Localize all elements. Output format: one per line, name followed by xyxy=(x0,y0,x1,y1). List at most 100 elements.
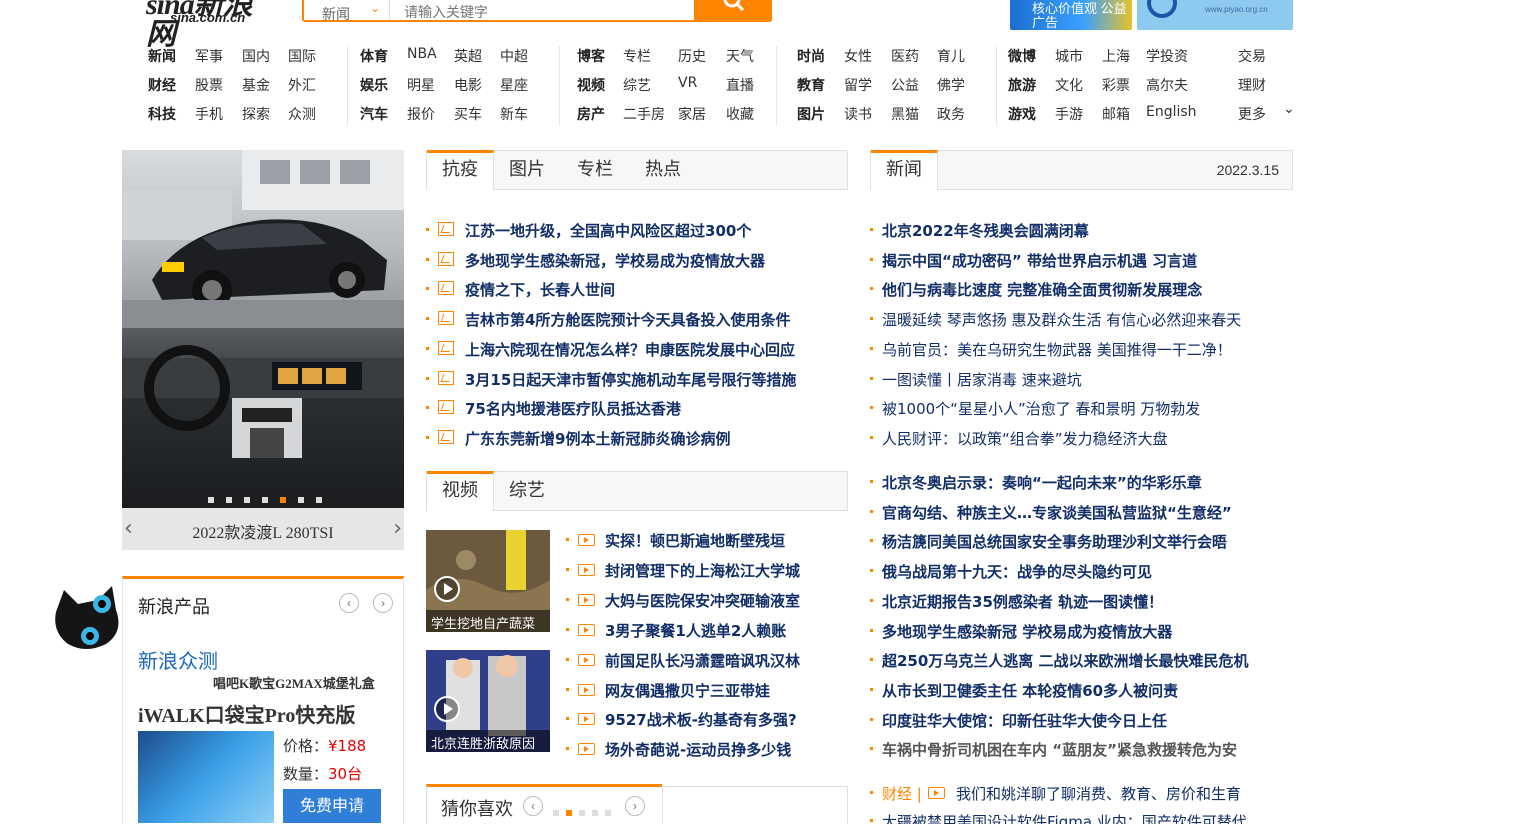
play-icon[interactable] xyxy=(434,696,460,722)
slider-dot[interactable] xyxy=(244,497,250,503)
nav-link[interactable]: 科技 xyxy=(148,104,176,124)
car-slider[interactable]: ‹ 2022款凌渡L 280TSI › xyxy=(122,150,404,550)
news-link[interactable]: 实探！顿巴斯遍地断壁残垣 xyxy=(605,530,785,551)
next-circle-icon[interactable]: › xyxy=(625,796,645,816)
ad-banner-piyao[interactable]: www.piyao.org.cn xyxy=(1137,0,1293,30)
news-link[interactable]: 北京2022年冬残奥会圆满闭幕 xyxy=(882,220,1089,241)
nav-link[interactable]: 历史 xyxy=(678,46,706,66)
prev-circle-icon[interactable]: ‹ xyxy=(523,796,543,816)
news-link[interactable]: 乌前官员：美在乌研究生物武器 美国推得一干二净！ xyxy=(882,339,1232,360)
news-link[interactable]: 被1000个“星星小人”治愈了 春和景明 万物勃发 xyxy=(882,398,1200,419)
news-link[interactable]: 温暖延续 琴声悠扬 惠及群众生活 有信心必然迎来春天 xyxy=(882,309,1241,330)
slider-dot[interactable] xyxy=(280,497,286,503)
nav-link[interactable]: 黑猫 xyxy=(891,104,919,124)
apply-button[interactable]: 免费申请 xyxy=(283,789,381,823)
nav-link[interactable]: 上海 xyxy=(1102,46,1130,66)
video-thumb-2[interactable]: 北京连胜浙敌原因 xyxy=(426,650,550,752)
slide-image-car-interior[interactable] xyxy=(122,328,404,508)
news-link[interactable]: 官商勾结、种族主义…专家谈美国私营监狱“生意经” xyxy=(882,502,1232,523)
news-link[interactable]: 大妈与医院保安冲突砸输液室 xyxy=(605,590,800,611)
news-link[interactable]: 吉林市第4所方舱医院预计今天具备投入使用条件 xyxy=(465,309,790,330)
news-link[interactable]: 网友偶遇撒贝宁三亚带娃 xyxy=(605,680,770,701)
news-link[interactable]: 疫情之下，长春人世间 xyxy=(465,279,615,300)
nav-link[interactable]: 星座 xyxy=(500,75,528,95)
ad-banner-public-welfare[interactable]: 核心价值观 公益广告 xyxy=(1010,0,1132,30)
news-link[interactable]: 封闭管理下的上海松江大学城 xyxy=(605,560,800,581)
nav-link[interactable]: 综艺 xyxy=(623,75,651,95)
news-link[interactable]: 江苏一地升级，全国高中风险区超过300个 xyxy=(465,220,751,241)
nav-link[interactable]: 买车 xyxy=(454,104,482,124)
nav-link[interactable]: 体育 xyxy=(360,46,388,66)
nav-link[interactable]: 汽车 xyxy=(360,104,388,124)
news-link[interactable]: 超250万乌克兰人逃离 二战以来欧洲增长最快难民危机 xyxy=(882,650,1249,671)
nav-link[interactable]: 股票 xyxy=(195,75,223,95)
nav-link[interactable]: 图片 xyxy=(797,104,825,124)
tab-1[interactable]: 综艺 xyxy=(494,472,560,512)
nav-link[interactable]: VR xyxy=(678,75,697,91)
nav-link[interactable]: 天气 xyxy=(726,46,754,66)
nav-link[interactable]: 交易 xyxy=(1238,46,1266,66)
nav-link[interactable]: 财经 xyxy=(148,75,176,95)
guess-dot[interactable] xyxy=(579,810,585,816)
news-link[interactable]: 从市长到卫健委主任 本轮疫情60多人被问责 xyxy=(882,680,1178,701)
black-cat-icon[interactable] xyxy=(50,582,124,654)
play-icon[interactable] xyxy=(434,576,460,602)
slider-dot[interactable] xyxy=(298,497,304,503)
search-scope-select[interactable]: 新闻 ⌄ xyxy=(304,0,390,22)
nav-link[interactable]: 娱乐 xyxy=(360,75,388,95)
nav-link[interactable]: 时尚 xyxy=(797,46,825,66)
tab-news[interactable]: 新闻 xyxy=(871,150,938,190)
news-link[interactable]: 俄乌战局第十九天：战争的尽头隐约可见 xyxy=(882,561,1152,582)
tab-0[interactable]: 抗疫 xyxy=(427,150,494,190)
news-link[interactable]: 上海六院现在情况怎么样？申康医院发展中心回应 xyxy=(465,339,795,360)
guess-dot[interactable] xyxy=(605,810,611,816)
slider-dot[interactable] xyxy=(262,497,268,503)
slide-image-car-exterior[interactable] xyxy=(122,150,404,328)
nav-link[interactable]: 房产 xyxy=(577,104,605,124)
next-circle-icon[interactable]: › xyxy=(373,593,393,613)
nav-link[interactable]: 更多 xyxy=(1238,104,1266,124)
news-link[interactable]: 场外奇葩说-运动员挣多少钱 xyxy=(605,739,791,760)
nav-link[interactable]: 公益 xyxy=(891,75,919,95)
nav-link[interactable]: 英超 xyxy=(454,46,482,66)
slider-dot[interactable] xyxy=(208,497,214,503)
news-link[interactable]: 杨洁篪同美国总统国家安全事务助理沙利文举行会晤 xyxy=(882,531,1227,552)
nav-link[interactable]: 基金 xyxy=(242,75,270,95)
news-link[interactable]: 多地现学生感染新冠，学校易成为疫情放大器 xyxy=(465,250,765,271)
guess-dot[interactable] xyxy=(592,810,598,816)
nav-link[interactable]: 文化 xyxy=(1055,75,1083,95)
prev-circle-icon[interactable]: ‹ xyxy=(339,593,359,613)
nav-link[interactable]: 教育 xyxy=(797,75,825,95)
news-link[interactable]: 75名内地援港医疗队员抵达香港 xyxy=(465,398,681,419)
guess-dot[interactable] xyxy=(553,810,559,816)
nav-link[interactable]: 探索 xyxy=(242,104,270,124)
nav-link[interactable]: 军事 xyxy=(195,46,223,66)
nav-link[interactable]: 视频 xyxy=(577,75,605,95)
news-link[interactable]: 揭示中国“成功密码” 带给世界启示机遇 习言道 xyxy=(882,250,1197,271)
nav-link[interactable]: 政务 xyxy=(937,104,965,124)
nav-link[interactable]: 家居 xyxy=(678,104,706,124)
products-brand[interactable]: 新浪众测 xyxy=(138,645,218,674)
news-link[interactable]: 印度驻华大使馆：印新任驻华大使今日上任 xyxy=(882,710,1167,731)
nav-link[interactable]: 国内 xyxy=(242,46,270,66)
news-link[interactable]: 多地现学生感染新冠 学校易成为疫情放大器 xyxy=(882,621,1172,642)
nav-link[interactable]: 新车 xyxy=(500,104,528,124)
nav-link[interactable]: 中超 xyxy=(500,46,528,66)
news-link[interactable]: 大疆被禁用美国设计软件Figma 业内：国产软件可替代 xyxy=(882,811,1247,824)
slider-dot[interactable] xyxy=(226,497,232,503)
news-link[interactable]: 我们和姚洋聊了聊消费、教育、房价和生育 xyxy=(956,783,1241,804)
news-link[interactable]: 一图读懂丨居家消毒 速来避坑 xyxy=(882,369,1082,390)
nav-link[interactable]: 外汇 xyxy=(288,75,316,95)
finance-label[interactable]: 财经 | xyxy=(882,783,922,804)
nav-link[interactable]: 手游 xyxy=(1055,104,1083,124)
nav-link[interactable]: 微博 xyxy=(1008,46,1036,66)
search-button[interactable] xyxy=(694,0,772,22)
nav-link[interactable]: 手机 xyxy=(195,104,223,124)
nav-link[interactable]: 众测 xyxy=(288,104,316,124)
nav-link[interactable]: 电影 xyxy=(454,75,482,95)
news-link[interactable]: 北京近期报告35例感染者 轨迹一图读懂！ xyxy=(882,591,1163,612)
news-link[interactable]: 9527战术板-约基奇有多强? xyxy=(605,709,797,730)
news-link[interactable]: 广东东莞新增9例本土新冠肺炎确诊病例 xyxy=(465,428,730,449)
tab-0[interactable]: 视频 xyxy=(427,471,494,511)
nav-link[interactable]: 收藏 xyxy=(726,104,754,124)
